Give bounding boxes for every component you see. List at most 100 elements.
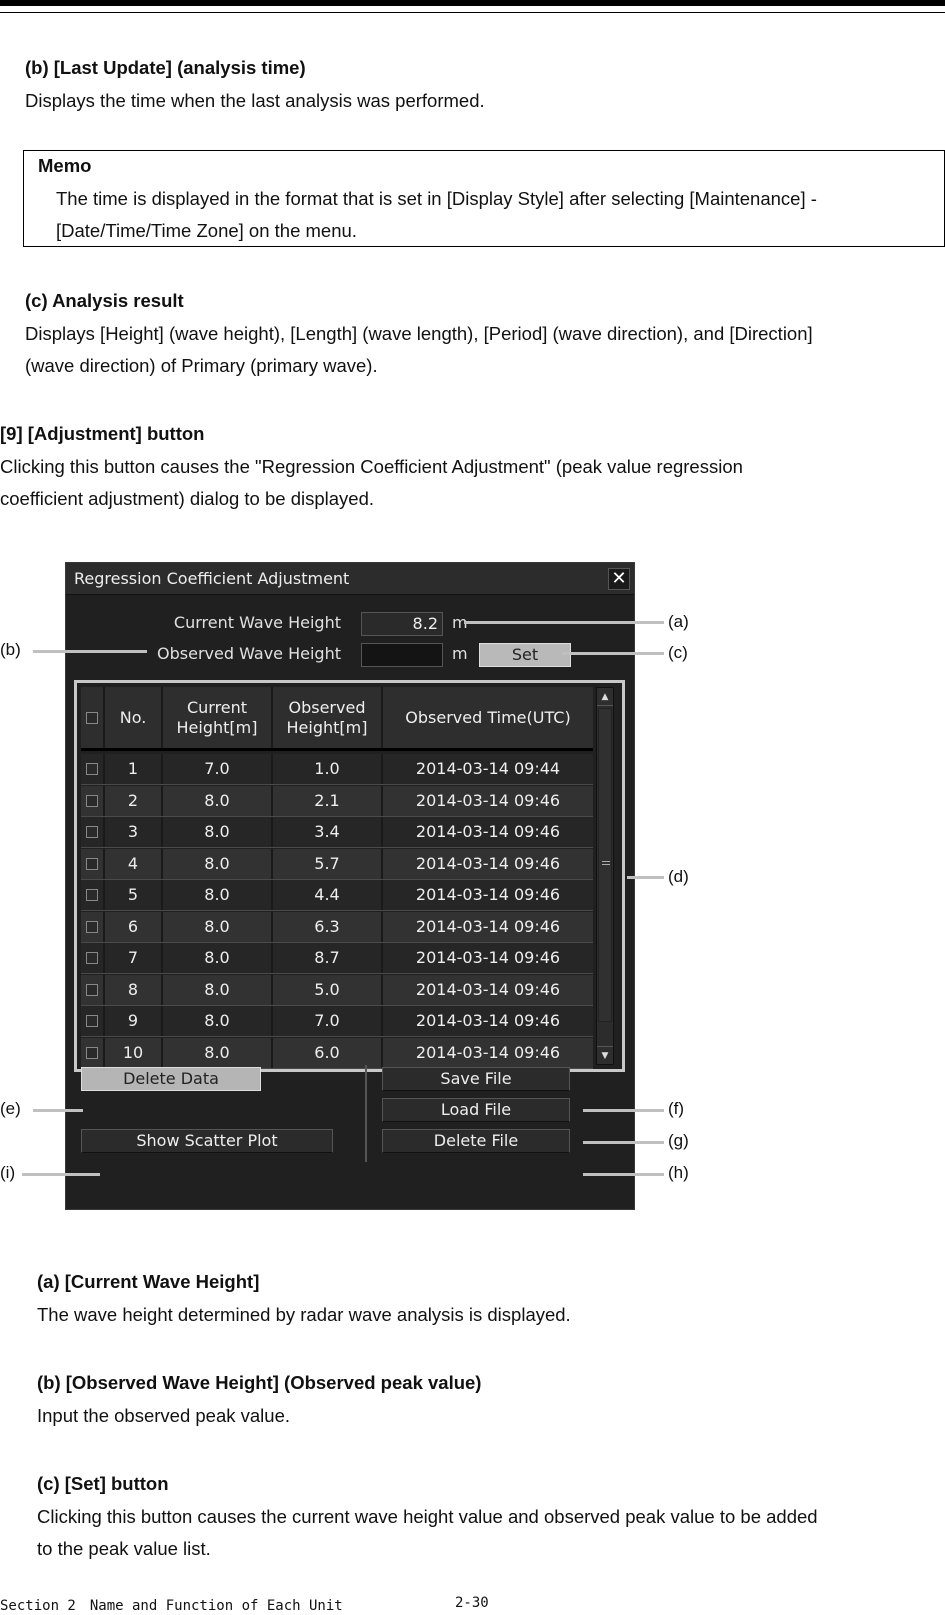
peak-value-list: No. Current Height[m] Observed Height[m]… — [74, 680, 625, 1072]
cell-time: 2014-03-14 09:46 — [415, 885, 561, 904]
callout-a: (a) — [668, 612, 689, 631]
row-checkbox[interactable] — [81, 911, 105, 942]
row-checkbox[interactable] — [81, 880, 105, 910]
grip-icon — [602, 861, 610, 865]
row-checkbox[interactable] — [81, 754, 105, 784]
table-row[interactable]: 6 8.0 6.3 2014-03-14 09:46 — [81, 911, 593, 943]
header-observed-time[interactable]: Observed Time(UTC) — [383, 687, 593, 748]
text-adjustment-2: coefficient adjustment) dialog to be dis… — [0, 488, 375, 509]
load-file-button[interactable]: Load File — [382, 1098, 570, 1122]
table-scrollbar[interactable]: ▲ ▼ — [596, 687, 614, 1065]
scroll-up-icon[interactable]: ▲ — [597, 688, 613, 706]
cell-observed: 3.4 — [273, 817, 383, 847]
observed-wave-height-input[interactable] — [361, 643, 443, 667]
row-checkbox[interactable] — [81, 848, 105, 879]
cell-current: 8.0 — [163, 848, 273, 879]
cell-time: 2014-03-14 09:46 — [415, 1042, 561, 1062]
header-current-height[interactable]: Current Height[m] — [163, 687, 273, 748]
cell-no: 8 — [105, 974, 163, 1005]
set-button[interactable]: Set — [479, 643, 571, 667]
callout-c: (c) — [668, 643, 688, 662]
scroll-down-icon[interactable]: ▼ — [597, 1046, 613, 1064]
text-desc-b: Input the observed peak value. — [37, 1405, 291, 1426]
callout-line-e — [33, 1109, 83, 1112]
cell-current: 8.0 — [163, 817, 273, 847]
text-analysis-2: (wave direction) of Primary (primary wav… — [25, 355, 378, 376]
cell-no: 2 — [105, 785, 163, 816]
cell-observed: 7.0 — [273, 1006, 383, 1036]
callout-f: (f) — [668, 1099, 685, 1118]
table-row[interactable]: 5 8.0 4.4 2014-03-14 09:46 — [81, 880, 593, 911]
table-row[interactable]: 9 8.0 7.0 2014-03-14 09:46 — [81, 1006, 593, 1037]
table-row[interactable]: 7 8.0 8.7 2014-03-14 09:46 — [81, 943, 593, 974]
callout-i: (i) — [0, 1163, 16, 1182]
cell-no: 3 — [105, 817, 163, 847]
row-checkbox[interactable] — [81, 974, 105, 1005]
cell-current: 8.0 — [163, 1037, 273, 1068]
current-wave-height-label: Current Wave Height — [173, 613, 341, 632]
cell-current: 7.0 — [163, 754, 273, 784]
cell-no: 9 — [105, 1006, 163, 1036]
current-wave-height-field: 8.2 — [361, 612, 443, 636]
scrollbar-thumb[interactable] — [598, 708, 612, 1022]
text-desc-a: The wave height determined by radar wave… — [37, 1304, 571, 1325]
row-checkbox[interactable] — [81, 943, 105, 973]
table-header: No. Current Height[m] Observed Height[m]… — [81, 687, 593, 751]
cell-time: 2014-03-14 09:46 — [415, 822, 561, 841]
memo-line-2: [Date/Time/Time Zone] on the menu. — [56, 220, 357, 241]
callout-b: (b) — [0, 640, 21, 659]
callout-line-g — [583, 1141, 664, 1144]
cell-no: 4 — [105, 848, 163, 879]
text-adjustment-1: Clicking this button causes the "Regress… — [0, 456, 743, 477]
text-desc-c-1: Clicking this button causes the current … — [37, 1506, 818, 1527]
cell-time: 2014-03-14 09:46 — [415, 948, 561, 967]
row-checkbox[interactable] — [81, 1006, 105, 1036]
cell-no: 6 — [105, 911, 163, 942]
cell-no: 5 — [105, 880, 163, 910]
row-checkbox[interactable] — [81, 785, 105, 816]
cell-observed: 6.0 — [273, 1037, 383, 1068]
select-all-checkbox[interactable] — [81, 687, 105, 748]
show-scatter-plot-button[interactable]: Show Scatter Plot — [81, 1129, 333, 1153]
text-last-update: Displays the time when the last analysis… — [25, 90, 485, 111]
cell-observed: 5.7 — [273, 848, 383, 879]
cell-time: 2014-03-14 09:46 — [415, 1011, 561, 1030]
row-checkbox[interactable] — [81, 817, 105, 847]
table-row[interactable]: 10 8.0 6.0 2014-03-14 09:46 — [81, 1037, 593, 1069]
callout-line-i — [22, 1173, 100, 1176]
table-row[interactable]: 2 8.0 2.1 2014-03-14 09:46 — [81, 785, 593, 817]
delete-data-button[interactable]: Delete Data — [81, 1067, 261, 1091]
callout-line-c — [562, 652, 664, 655]
cell-current: 8.0 — [163, 785, 273, 816]
cell-current: 8.0 — [163, 911, 273, 942]
callout-d: (d) — [668, 867, 689, 886]
save-file-button[interactable]: Save File — [382, 1067, 570, 1091]
cell-time: 2014-03-14 09:44 — [415, 759, 561, 778]
memo-line-1: The time is displayed in the format that… — [56, 188, 817, 209]
regression-coefficient-dialog: Regression Coefficient Adjustment ✕ Curr… — [65, 562, 635, 1210]
dialog-title-bar: Regression Coefficient Adjustment ✕ — [66, 563, 634, 595]
header-no[interactable]: No. — [105, 687, 163, 748]
cell-current: 8.0 — [163, 943, 273, 973]
heading-desc-c: (c) [Set] button — [37, 1473, 169, 1494]
cell-observed: 5.0 — [273, 974, 383, 1005]
delete-file-button[interactable]: Delete File — [382, 1129, 570, 1153]
row-checkbox[interactable] — [81, 1037, 105, 1068]
cell-current: 8.0 — [163, 974, 273, 1005]
close-icon[interactable]: ✕ — [608, 568, 630, 590]
table-row[interactable]: 8 8.0 5.0 2014-03-14 09:46 — [81, 974, 593, 1006]
observed-wave-height-label: Observed Wave Height — [157, 644, 341, 663]
top-rule — [0, 0, 945, 6]
memo-title: Memo — [38, 155, 92, 176]
cell-time: 2014-03-14 09:46 — [415, 790, 561, 810]
table-row[interactable]: 3 8.0 3.4 2014-03-14 09:46 — [81, 817, 593, 848]
cell-no: 10 — [105, 1037, 163, 1068]
callout-h: (h) — [668, 1163, 689, 1182]
table-row[interactable]: 1 7.0 1.0 2014-03-14 09:44 — [81, 754, 593, 785]
dialog-title: Regression Coefficient Adjustment — [74, 569, 350, 588]
header-observed-height[interactable]: Observed Height[m] — [273, 687, 383, 748]
footer-section: Section 2 Name and Function of Each Unit — [0, 1598, 343, 1614]
cell-observed: 6.3 — [273, 911, 383, 942]
footer-page-number: 2-30 — [455, 1595, 489, 1611]
table-row[interactable]: 4 8.0 5.7 2014-03-14 09:46 — [81, 848, 593, 880]
